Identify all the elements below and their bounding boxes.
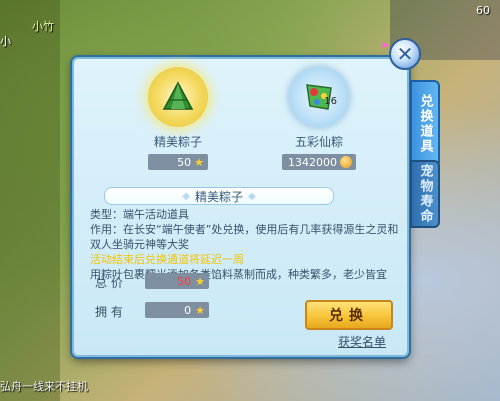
item-name: 五彩仙粽 bbox=[294, 135, 343, 149]
price-value: 1342000 bbox=[288, 155, 337, 169]
hud-chat-line: 弘舟一线来不挂机 bbox=[0, 380, 88, 393]
star-icon: ★ bbox=[195, 303, 205, 317]
hud-player-name: 小竹 bbox=[32, 20, 54, 33]
item-price: 50 ★ bbox=[148, 154, 208, 170]
item-card-fine-zongzi[interactable]: 精美粽子 50 ★ bbox=[140, 67, 216, 170]
item-name: 精美粽子 bbox=[153, 135, 202, 149]
total-price-value: 50 bbox=[177, 274, 192, 288]
item-icon-frame: 16 bbox=[289, 67, 349, 127]
detail-title: 精美粽子 bbox=[194, 189, 243, 204]
star-icon: ★ bbox=[194, 155, 204, 169]
exchange-button[interactable]: 兑换 bbox=[305, 300, 393, 330]
close-button[interactable]: ✕ bbox=[389, 38, 421, 70]
price-value: 50 bbox=[177, 155, 192, 169]
item-card-five-color-zongzi[interactable]: 16 五彩仙粽 1342000 bbox=[276, 67, 362, 170]
tab-label: 兑换道具 bbox=[417, 94, 433, 154]
zongzi-icon bbox=[162, 81, 194, 110]
detail-highlight: 活动结束后兑换通道将延迟一周 bbox=[90, 253, 244, 266]
total-price-label: 总 价 bbox=[95, 276, 123, 290]
hud-player-tag: 小 bbox=[0, 35, 11, 48]
tab-pet-lifespan[interactable]: 宠物寿命 bbox=[410, 160, 440, 228]
background-left-area bbox=[0, 0, 60, 401]
decoration-icon: ◆ bbox=[248, 190, 256, 202]
total-price-box: 50 ★ bbox=[145, 273, 209, 289]
reward-list-link[interactable]: 获奖名单 bbox=[338, 333, 386, 350]
close-icon: ✕ bbox=[396, 42, 414, 66]
tab-exchange-items[interactable]: 兑换道具 bbox=[410, 80, 440, 168]
tab-label: 宠物寿命 bbox=[417, 164, 433, 224]
detail-description: 类型：端午活动道具 作用：在长安“端午使者”处兑换，使用后有几率获得源生之灵和双… bbox=[90, 207, 400, 282]
detail-type: 类型：端午活动道具 bbox=[90, 208, 189, 221]
owned-label: 拥 有 bbox=[95, 305, 123, 319]
detail-use: 作用：在长安“端午使者”处兑换，使用后有几率获得源生之灵和双人坐骑元神等大奖 bbox=[90, 223, 399, 251]
coin-icon bbox=[340, 156, 352, 168]
detail-flavor: 用粽叶包裹糯米添加各类馅料蒸制而成，种类繁多，老少皆宜 bbox=[90, 268, 387, 281]
star-icon: ★ bbox=[195, 274, 205, 288]
detail-title-bar: ◆ 精美粽子 ◆ bbox=[104, 187, 334, 205]
item-price: 1342000 bbox=[282, 154, 356, 170]
hud-counter: 60 bbox=[476, 4, 490, 17]
owned-value: 0 bbox=[184, 303, 192, 317]
item-icon-frame bbox=[148, 67, 208, 127]
owned-box: 0 ★ bbox=[145, 302, 209, 318]
item-count: 16 bbox=[324, 96, 337, 107]
decoration-icon: ◆ bbox=[182, 190, 190, 202]
